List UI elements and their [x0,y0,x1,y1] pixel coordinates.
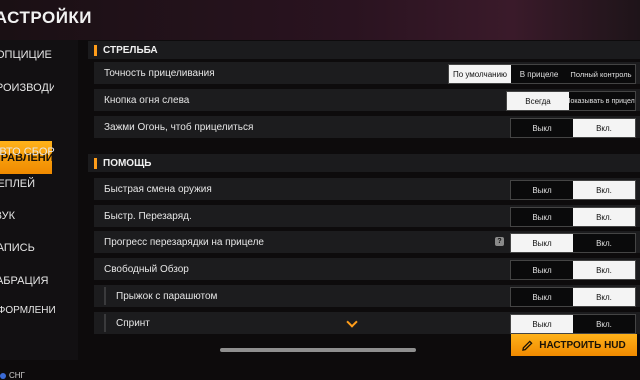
row-fast-reload: Быстр. Перезаряд. Выкл Вкл. [94,205,640,227]
option-off[interactable]: Выкл [511,208,573,226]
quick-switch-toggle: Выкл Вкл. [510,180,636,200]
parachute-jump-toggle: Выкл Вкл. [510,287,636,307]
sidebar-item-auto-pickup[interactable]: АВТО СБОР [0,140,58,164]
row-label: Прыжок с парашютом [116,290,218,302]
sidebar-item-sound[interactable]: ЗВУК [0,204,54,228]
sidebar-item-performance[interactable]: ПРОИЗВОДИТЕЛЬНОСТЬ [0,76,54,100]
section-accent-bar [94,157,97,169]
option-on[interactable]: Вкл. [573,234,635,252]
row-sprint: Спринт Выкл Вкл. [94,312,640,334]
row-fire-left: Кнопка огня слева Всегда Показывать в пр… [94,89,640,111]
option-on[interactable]: Вкл. [573,261,635,279]
option-off[interactable]: Выкл [511,288,573,306]
hud-button-label: НАСТРОИТЬ HUD [539,339,626,351]
sidebar-item-replay[interactable]: РЕПЛЕЙ [0,172,56,196]
option-show-in-scope[interactable]: Показывать в прицеле [569,92,635,110]
settings-panel: СТРЕЛЬБА Точность прицеливания По умолча… [88,40,640,360]
aim-precision-selector: По умолчанию В прицеле Полный контроль [448,64,636,84]
option-on[interactable]: Вкл. [573,181,635,199]
option-on[interactable]: Вкл. [573,208,635,226]
fire-left-selector: Всегда Показывать в прицеле [506,91,636,111]
indent-marker [104,314,106,332]
option-on[interactable]: Вкл. [573,315,635,333]
free-look-toggle: Выкл Вкл. [510,260,636,280]
row-label: Быстр. Перезаряд. [104,210,192,222]
row-hold-fire-aim: Зажми Огонь, чтоб прицелиться Выкл Вкл. [94,116,640,138]
sidebar-item-design[interactable]: ОФОРМЛЕНИЕ [0,298,56,322]
hold-fire-aim-toggle: Выкл Вкл. [510,118,636,138]
sidebar-item-options[interactable]: ОПЦИЦИЕ [0,43,62,67]
row-aim-precision: Точность прицеливания По умолчанию В при… [94,62,640,84]
sidebar: ОПЦИЦИЕ ПРОИЗВОДИТЕЛЬНОСТЬ УПРАВЛЕНИЕ АВ… [0,40,78,380]
option-always[interactable]: Всегда [507,92,569,110]
pencil-icon [522,339,533,351]
row-label: Свободный Обзор [104,263,189,275]
option-on[interactable]: Вкл. [573,119,635,137]
option-in-scope[interactable]: В прицеле [511,65,567,83]
region-selector[interactable]: СНГ [0,371,25,380]
option-on[interactable]: Вкл. [573,288,635,306]
fast-reload-toggle: Выкл Вкл. [510,207,636,227]
row-label: Кнопка огня слева [104,94,190,106]
indent-marker [104,287,106,305]
option-off[interactable]: Выкл [511,119,573,137]
option-off[interactable]: Выкл [511,181,573,199]
reload-progress-toggle: Выкл Вкл. [510,233,636,253]
row-label: Точность прицеливания [104,67,215,79]
row-label: Прогресс перезарядки на прицеле [104,236,264,248]
option-default[interactable]: По умолчанию [449,65,511,83]
region-label: СНГ [9,371,25,380]
page-title: НАСТРОЙКИ [0,8,93,27]
section-header-shooting: СТРЕЛЬБА [88,41,640,59]
row-label: Быстрая смена оружия [104,183,212,195]
row-quick-switch: Быстрая смена оружия Выкл Вкл. [94,178,640,200]
globe-icon [0,372,6,379]
section-title: ПОМОЩЬ [103,157,152,169]
option-off[interactable]: Выкл [511,234,573,252]
section-title: СТРЕЛЬБА [103,44,158,56]
sprint-toggle: Выкл Вкл. [510,314,636,334]
row-label: Зажми Огонь, чтоб прицелиться [104,121,254,133]
row-parachute-jump: Прыжок с парашютом Выкл Вкл. [94,285,640,307]
row-free-look: Свободный Обзор Выкл Вкл. [94,258,640,280]
section-header-help: ПОМОЩЬ [88,154,640,172]
option-full-control[interactable]: Полный контроль [567,65,635,83]
option-off[interactable]: Выкл [511,315,573,333]
row-label: Спринт [116,317,150,329]
customize-hud-button[interactable]: НАСТРОИТЬ HUD [511,334,637,356]
option-off[interactable]: Выкл [511,261,573,279]
sidebar-item-vibration[interactable]: НАБРАЦИЯ [0,269,54,293]
section-accent-bar [94,44,97,56]
row-reload-progress: Прогресс перезарядки на прицеле ? Выкл В… [94,231,640,253]
sidebar-item-record[interactable]: ЗАПИСЬ [0,236,56,260]
info-icon[interactable]: ? [495,237,504,246]
home-indicator [220,348,416,352]
top-banner [0,0,640,40]
